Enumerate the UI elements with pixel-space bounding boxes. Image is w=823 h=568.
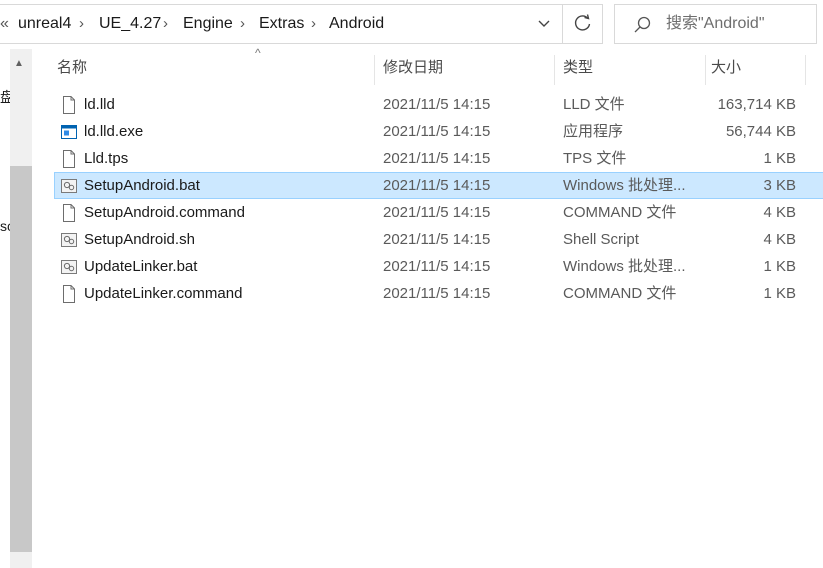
file-list: ld.lld 2021/11/5 14:15 LLD 文件 163,714 KB ld.… <box>54 91 823 307</box>
sort-ascending-icon: ^ <box>255 46 261 60</box>
address-bar[interactable]: « unreal4 › UE_4.27 › Engine › Extras › … <box>0 4 563 44</box>
chevron-right-icon[interactable]: › <box>240 5 245 43</box>
file-size: 1 KB <box>763 150 796 167</box>
chevron-right-icon[interactable]: › <box>163 5 168 43</box>
script-icon <box>60 176 78 196</box>
address-toolbar: « unreal4 › UE_4.27 › Engine › Extras › … <box>0 0 823 49</box>
file-modified-date: 2021/11/5 14:15 <box>383 231 491 248</box>
column-divider[interactable] <box>705 55 706 85</box>
refresh-button[interactable] <box>563 4 603 44</box>
file-row[interactable]: Lld.tps 2021/11/5 14:15 TPS 文件 1 KB <box>54 145 823 172</box>
file-name: UpdateLinker.bat <box>84 258 198 275</box>
file-modified-date: 2021/11/5 14:15 <box>383 177 491 194</box>
file-type: Shell Script <box>563 231 639 248</box>
breadcrumb-segment-unreal4[interactable]: unreal4 <box>18 5 71 43</box>
file-modified-date: 2021/11/5 14:15 <box>383 123 491 140</box>
column-type-header[interactable]: 类型 <box>563 49 593 86</box>
file-name: ld.lld.exe <box>84 123 144 140</box>
file-name: SetupAndroid.bat <box>84 177 200 194</box>
file-name: ld.lld <box>84 96 115 113</box>
breadcrumb-segment-ue427[interactable]: UE_4.27 <box>99 5 161 43</box>
file-type: Windows 批处理... <box>563 177 686 194</box>
column-name-header[interactable]: 名称 <box>57 49 87 86</box>
file-modified-date: 2021/11/5 14:15 <box>383 285 491 302</box>
column-date-header[interactable]: 修改日期 <box>383 49 443 86</box>
chevron-right-icon[interactable]: › <box>311 5 316 43</box>
file-icon <box>60 149 78 169</box>
file-name: Lld.tps <box>84 150 129 167</box>
file-size: 4 KB <box>763 231 796 248</box>
file-row[interactable]: ld.lld.exe 2021/11/5 14:15 应用程序 56,744 KB <box>54 118 823 145</box>
history-dropdown-icon[interactable] <box>534 5 554 43</box>
file-type: COMMAND 文件 <box>563 285 677 302</box>
file-modified-date: 2021/11/5 14:15 <box>383 150 491 167</box>
column-divider[interactable] <box>554 55 555 85</box>
file-modified-date: 2021/11/5 14:15 <box>383 258 491 275</box>
file-row[interactable]: UpdateLinker.command 2021/11/5 14:15 COMMA… <box>54 280 823 307</box>
search-box[interactable]: 搜索"Android" <box>614 4 817 44</box>
refresh-icon <box>574 14 591 31</box>
file-type: TPS 文件 <box>563 150 627 167</box>
column-divider[interactable] <box>805 55 806 85</box>
breadcrumb-segment-android[interactable]: Android <box>329 5 384 43</box>
file-size: 56,744 KB <box>725 123 796 140</box>
script-icon <box>60 257 78 277</box>
file-size: 4 KB <box>763 204 796 221</box>
file-name: UpdateLinker.command <box>84 285 243 302</box>
file-icon <box>60 95 78 115</box>
file-type: COMMAND 文件 <box>563 204 677 221</box>
breadcrumb-overflow[interactable]: « <box>0 5 9 43</box>
file-row[interactable]: SetupAndroid.command 2021/11/5 14:15 COMMA… <box>54 199 823 226</box>
file-type: 应用程序 <box>563 123 624 140</box>
file-name: SetupAndroid.command <box>84 204 245 221</box>
chevron-right-icon[interactable]: › <box>79 5 84 43</box>
file-row[interactable]: SetupAndroid.sh 2021/11/5 14:15 Shell Scri… <box>54 226 823 253</box>
file-icon <box>60 203 78 223</box>
nav-scrollbar-thumb[interactable] <box>10 166 32 552</box>
scroll-up-arrow-icon[interactable]: ▲ <box>14 58 24 69</box>
file-name: SetupAndroid.sh <box>84 231 195 248</box>
file-modified-date: 2021/11/5 14:15 <box>383 96 491 113</box>
script-icon <box>60 230 78 250</box>
file-modified-date: 2021/11/5 14:15 <box>383 204 491 221</box>
column-size-header[interactable]: 大小 <box>711 49 741 86</box>
file-icon <box>60 284 78 304</box>
file-size: 3 KB <box>763 177 796 194</box>
column-divider[interactable] <box>374 55 375 85</box>
breadcrumb-segment-extras[interactable]: Extras <box>259 5 304 43</box>
file-size: 1 KB <box>763 285 796 302</box>
search-placeholder: 搜索"Android" <box>666 15 765 32</box>
breadcrumb-segment-engine[interactable]: Engine <box>183 5 233 43</box>
file-row[interactable]: SetupAndroid.bat 2021/11/5 14:15 Windows 批… <box>54 172 823 199</box>
file-size: 1 KB <box>763 258 796 275</box>
file-row[interactable]: ld.lld 2021/11/5 14:15 LLD 文件 163,714 KB <box>54 91 823 118</box>
file-size: 163,714 KB <box>717 96 796 113</box>
file-row[interactable]: UpdateLinker.bat 2021/11/5 14:15 Windows 批… <box>54 253 823 280</box>
file-type: Windows 批处理... <box>563 258 686 275</box>
file-type: LLD 文件 <box>563 96 625 113</box>
search-icon <box>632 14 654 36</box>
exe-icon <box>60 122 78 142</box>
column-header: ^ 名称 修改日期 类型 大小 <box>50 46 823 86</box>
